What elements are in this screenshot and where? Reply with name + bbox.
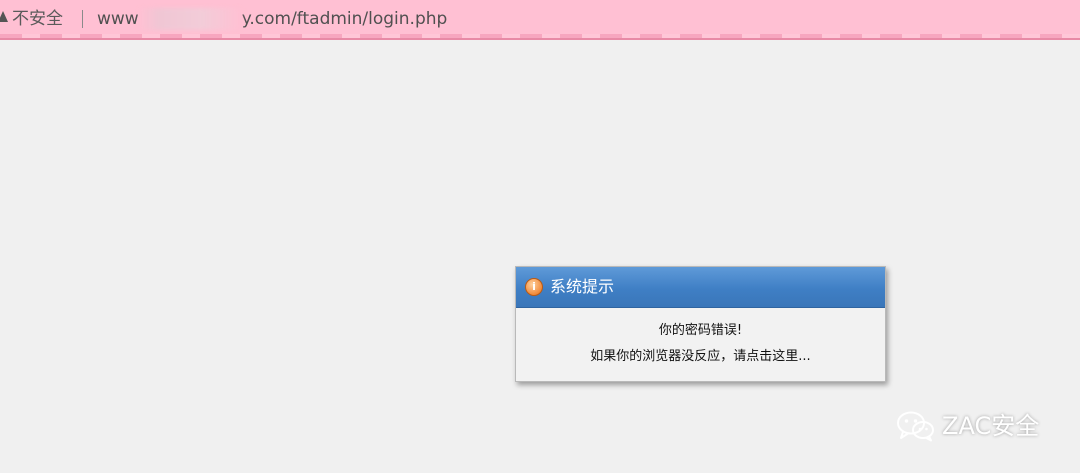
dialog-title: 系统提示 bbox=[550, 277, 615, 296]
error-message: 你的密码错误! bbox=[658, 323, 743, 338]
url-prefix: www bbox=[97, 9, 139, 29]
address-bar-stripe bbox=[0, 34, 1080, 38]
url-suffix: y.com/ftadmin/login.php bbox=[241, 9, 448, 29]
address-bar: 不安全 www y.com/ftadmin/login.php bbox=[0, 0, 1080, 40]
system-dialog: i 系统提示 你的密码错误! 如果你的浏览器没反应，请点击这里... bbox=[515, 266, 886, 382]
watermark-text: ZAC安全 bbox=[942, 412, 1040, 440]
redirect-link[interactable]: 如果你的浏览器没反应，请点击这里... bbox=[516, 348, 885, 366]
url-field[interactable]: www y.com/ftadmin/login.php bbox=[97, 8, 447, 30]
redacted-url-part bbox=[138, 8, 242, 30]
security-label[interactable]: 不安全 bbox=[12, 8, 63, 30]
wechat-icon bbox=[897, 411, 934, 442]
separator bbox=[82, 10, 83, 28]
dialog-header: i 系统提示 bbox=[516, 267, 885, 308]
warning-triangle-icon[interactable] bbox=[0, 11, 8, 22]
info-icon: i bbox=[525, 278, 543, 296]
